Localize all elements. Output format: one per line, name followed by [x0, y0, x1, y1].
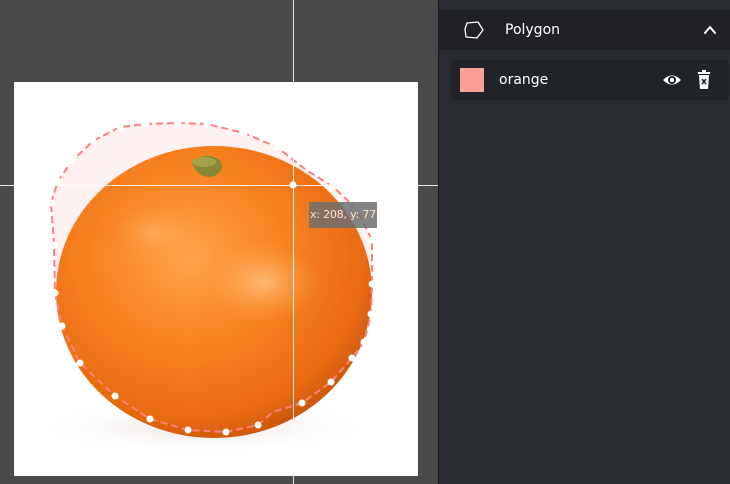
label-name: orange — [499, 72, 549, 88]
label-item-orange[interactable]: orange — [451, 60, 729, 100]
labels-sidebar: Polygon orange — [438, 0, 730, 484]
eye-icon[interactable] — [662, 71, 682, 89]
label-color-swatch[interactable] — [460, 68, 484, 92]
annotation-canvas[interactable]: x: 208, y: 77 — [0, 0, 438, 484]
polygon-panel-header[interactable]: Polygon — [439, 10, 730, 50]
coordinate-readout: x: 208, y: 77 — [309, 202, 377, 228]
panel-title: Polygon — [505, 22, 561, 38]
delete-icon[interactable] — [696, 70, 712, 90]
chevron-up-icon[interactable] — [703, 23, 717, 37]
polygon-icon — [464, 21, 484, 39]
orange-image — [34, 119, 376, 453]
image-frame[interactable] — [14, 82, 418, 476]
